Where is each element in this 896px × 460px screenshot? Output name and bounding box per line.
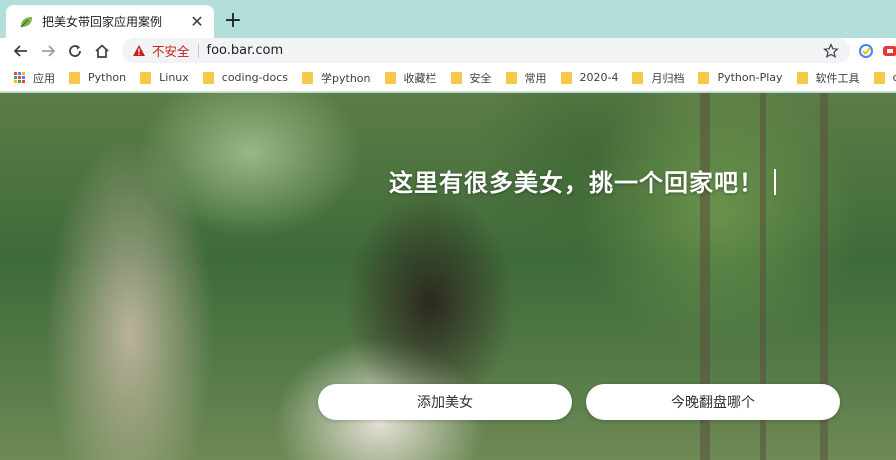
hero-headline: 这里有很多美女，挑一个回家吧！	[389, 163, 776, 198]
bookmark-folder[interactable]: Python	[69, 71, 126, 84]
apps-grid-icon	[14, 72, 25, 83]
folder-icon	[302, 71, 314, 84]
typing-cursor	[774, 169, 776, 195]
leaf-icon	[18, 14, 34, 30]
bookmark-folder[interactable]: Python-Play	[698, 71, 783, 84]
tab-title: 把美女带回家应用案例	[42, 15, 163, 29]
bookmark-label: 软件工具	[815, 71, 860, 85]
bookmark-folder[interactable]: 2020-4	[560, 71, 619, 84]
bookmark-label: Python-Play	[717, 71, 783, 84]
tab-active[interactable]: 把美女带回家应用案例 ✕	[6, 5, 214, 38]
folder-icon	[450, 71, 462, 84]
bookmark-label: 安全	[469, 71, 492, 85]
star-icon[interactable]	[822, 42, 840, 60]
insecure-label[interactable]: 不安全	[152, 41, 190, 60]
folder-icon	[69, 71, 80, 84]
address-bar[interactable]: 不安全 foo.bar.com	[122, 38, 850, 63]
folder-icon	[560, 71, 572, 84]
bookmark-label: 收藏栏	[403, 71, 437, 85]
pick-tonight-button[interactable]: 今晚翻盘哪个	[586, 384, 840, 420]
extension-icon[interactable]	[856, 41, 876, 61]
home-icon	[95, 44, 109, 58]
warning-icon	[132, 44, 146, 58]
bookmark-label: 学python	[321, 71, 371, 85]
folder-icon	[698, 71, 710, 84]
tab-strip: 把美女带回家应用案例 ✕ +	[0, 0, 896, 38]
bookmark-label: 应用	[33, 71, 55, 85]
forward-arrow-icon	[42, 45, 56, 57]
folder-icon	[796, 71, 808, 84]
bookmark-folder[interactable]: 学python	[302, 70, 371, 86]
bookmark-folder[interactable]: 收藏栏	[384, 70, 437, 86]
hero-background: 这里有很多美女，挑一个回家吧！ 添加美女 今晚翻盘哪个	[0, 93, 896, 460]
bookmark-folder[interactable]: coding-docs	[202, 71, 289, 84]
back-arrow-icon	[13, 45, 27, 57]
folder-icon	[632, 71, 644, 84]
reload-button[interactable]	[64, 38, 86, 64]
bookmark-label: Linux	[159, 71, 189, 84]
new-tab-button[interactable]: +	[222, 8, 244, 33]
address-separator	[197, 43, 199, 58]
bookmark-folder[interactable]: Linux	[140, 71, 189, 84]
bookmark-folder[interactable]: cmit	[873, 71, 896, 84]
folder-icon	[202, 71, 214, 84]
bookmark-folder[interactable]: 安全	[450, 70, 492, 86]
home-button[interactable]	[91, 38, 113, 64]
close-tab-icon[interactable]: ✕	[188, 12, 206, 31]
folder-icon	[384, 71, 396, 84]
bookmark-folder[interactable]: 月归档	[632, 70, 684, 86]
bookmark-folder[interactable]: 常用	[505, 70, 547, 86]
bookmark-folder[interactable]: 软件工具	[796, 70, 860, 86]
url-text[interactable]: foo.bar.com	[207, 43, 284, 58]
add-girl-button[interactable]: 添加美女	[318, 384, 572, 420]
bookmarks-bar: 应用 Python Linux coding-docs 学python 收藏栏 …	[0, 64, 896, 92]
bookmark-label: 2020-4	[579, 71, 619, 84]
folder-icon	[140, 71, 152, 84]
bookmark-label: cmit	[893, 71, 896, 84]
reload-icon	[69, 45, 81, 57]
folder-icon	[505, 71, 517, 84]
bookmark-label: coding-docs	[221, 71, 289, 84]
back-button[interactable]	[10, 38, 32, 64]
record-extension-icon[interactable]	[880, 41, 896, 61]
bookmark-label: Python	[88, 71, 127, 84]
folder-icon	[873, 71, 885, 84]
bookmark-apps[interactable]: 应用	[14, 70, 55, 86]
forward-button[interactable]	[37, 38, 59, 64]
browser-toolbar: 不安全 foo.bar.com	[0, 38, 896, 64]
bookmark-label: 常用	[524, 71, 547, 85]
headline-text: 这里有很多美女，挑一个回家吧！	[389, 169, 764, 197]
bookmark-label: 月归档	[651, 71, 685, 85]
